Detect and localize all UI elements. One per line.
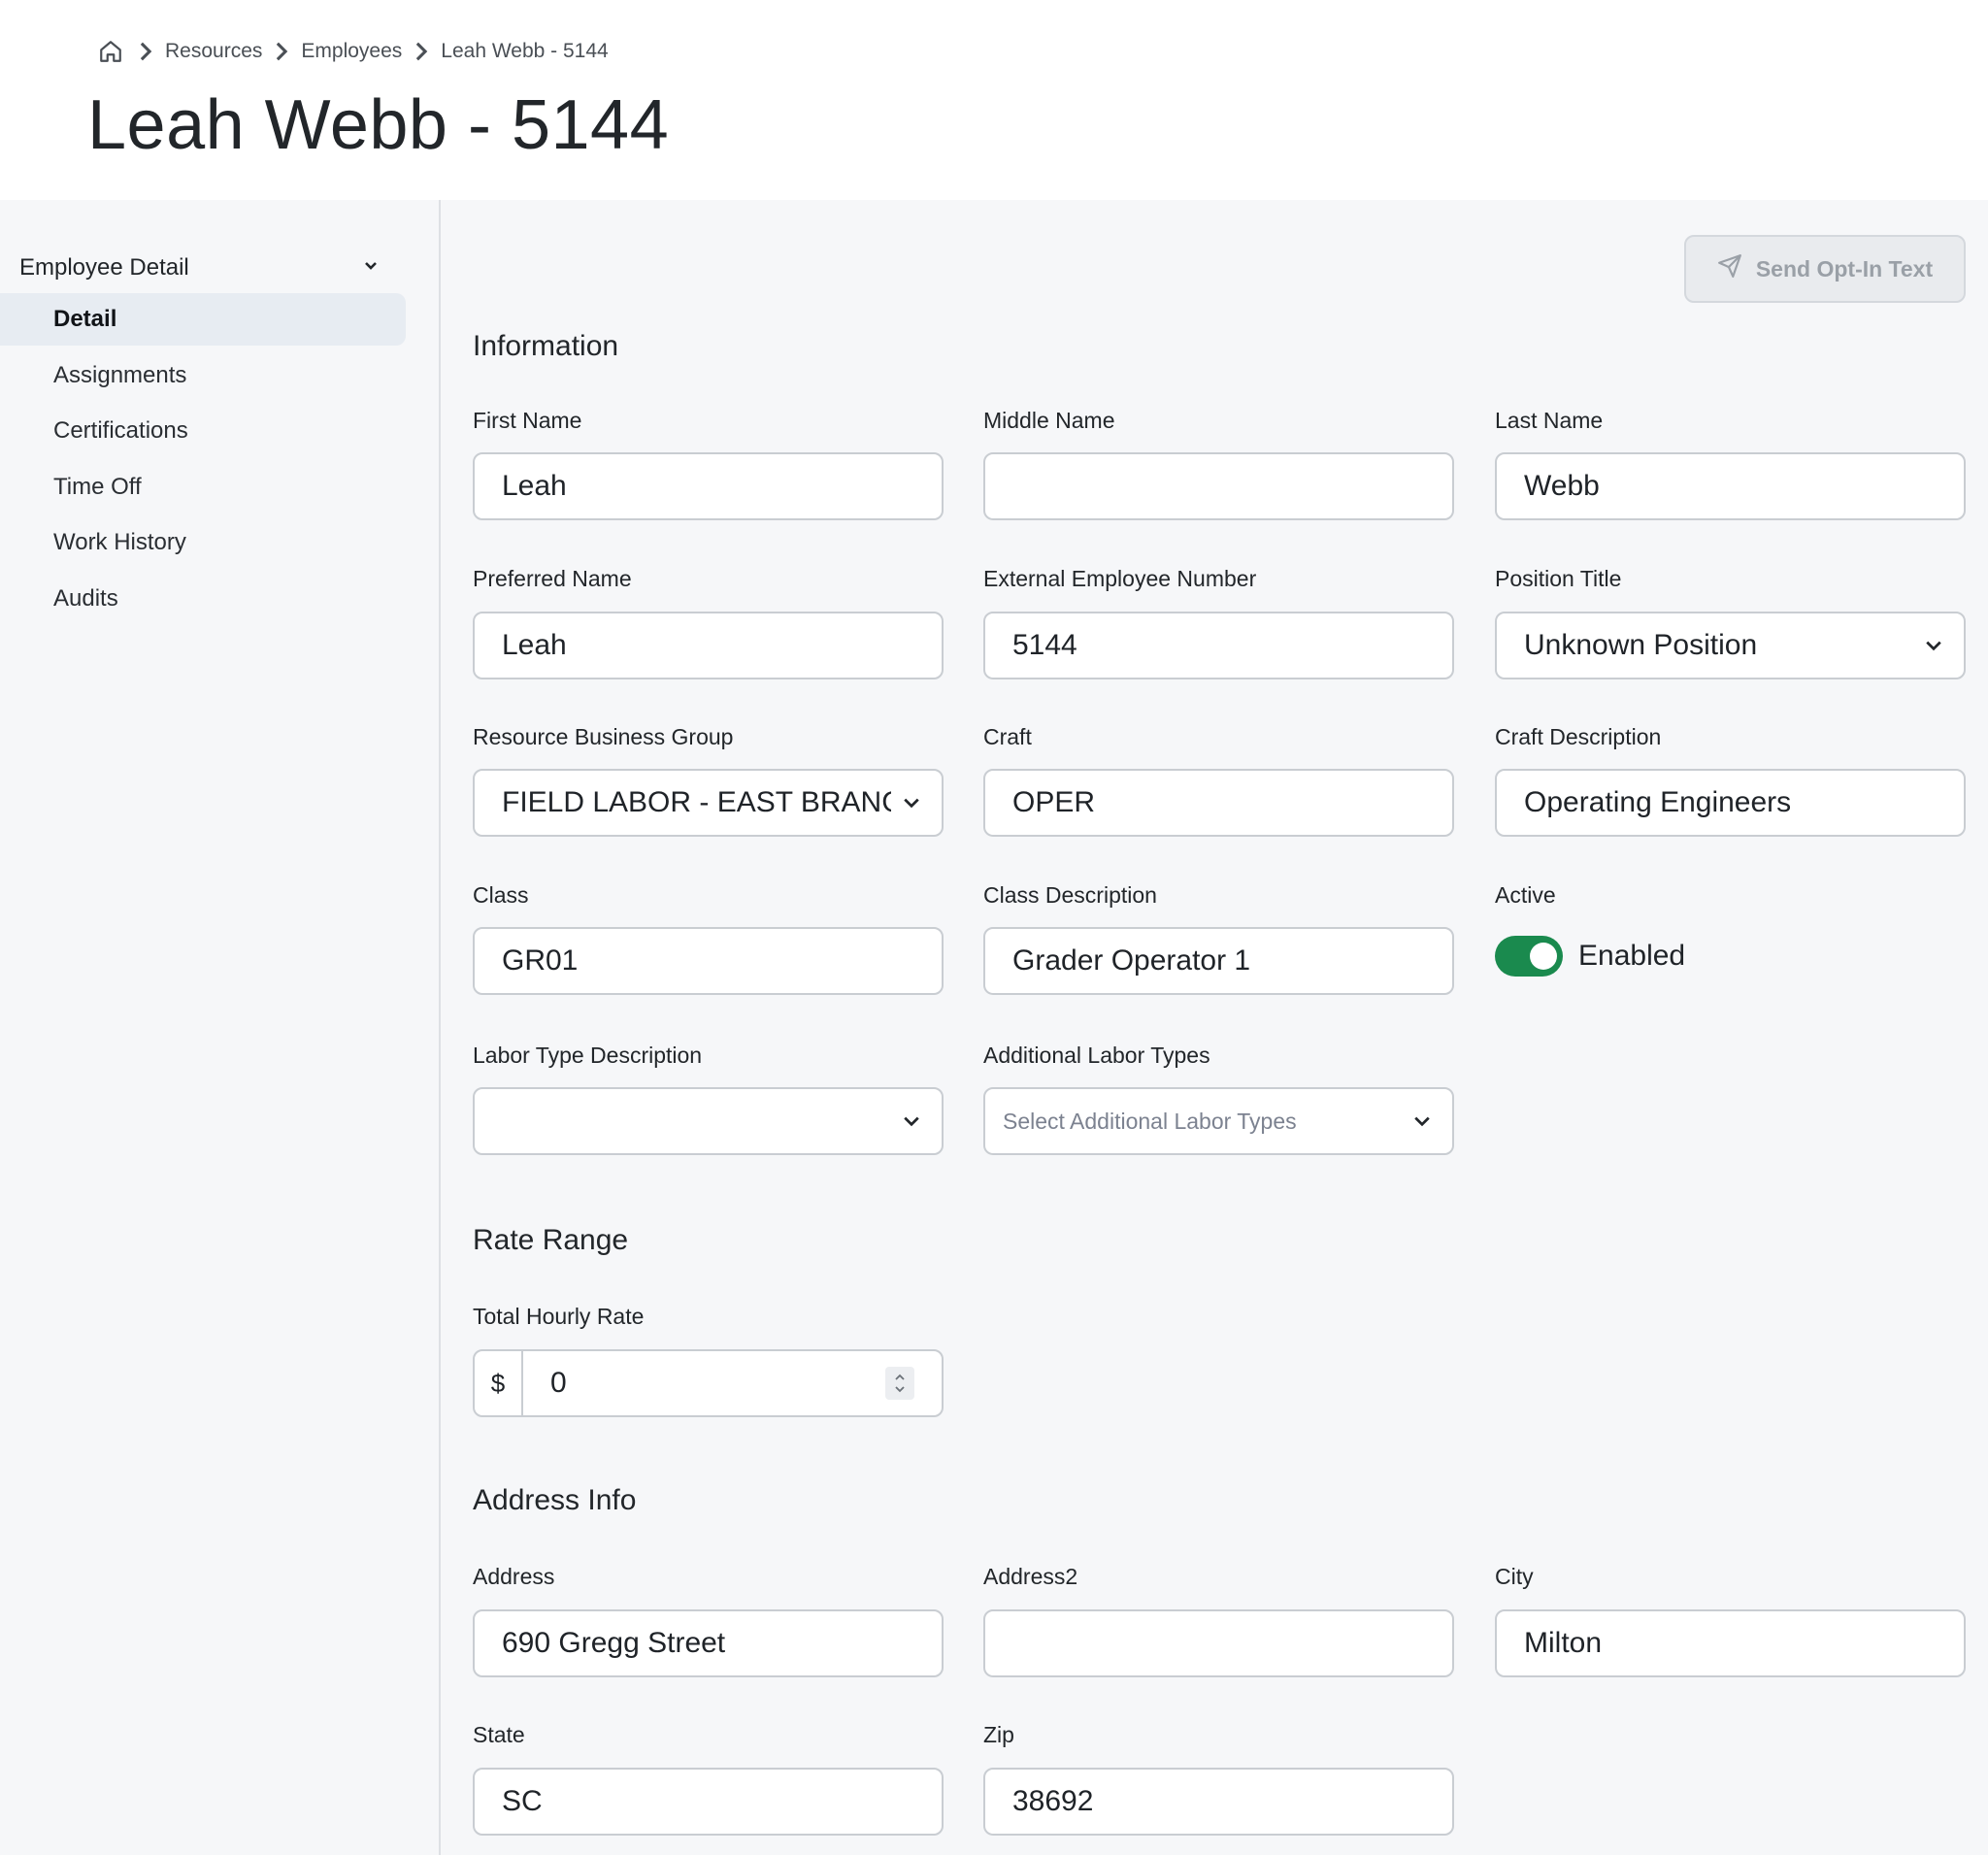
currency-prefix: $ bbox=[475, 1351, 523, 1415]
craft-description-field[interactable]: Operating Engineers bbox=[1495, 769, 1966, 837]
city-field[interactable]: Milton bbox=[1495, 1609, 1966, 1677]
total-hourly-rate-label: Total Hourly Rate bbox=[473, 1304, 645, 1329]
zip-value: 38692 bbox=[1012, 1785, 1094, 1817]
detail-content: Send Opt-In Text Information First Name … bbox=[443, 200, 1988, 1855]
labor-type-description-select[interactable] bbox=[473, 1087, 944, 1155]
additional-labor-types-placeholder: Select Additional Labor Types bbox=[1003, 1108, 1297, 1134]
class-description-value: Grader Operator 1 bbox=[1012, 944, 1251, 977]
sidebar-item-time-off[interactable]: Time Off bbox=[0, 461, 406, 513]
address2-field[interactable] bbox=[983, 1609, 1454, 1677]
active-toggle[interactable] bbox=[1495, 936, 1563, 977]
home-icon[interactable] bbox=[95, 36, 126, 67]
craft-field[interactable]: OPER bbox=[983, 769, 1454, 837]
total-hourly-rate-value: 0 bbox=[550, 1367, 567, 1399]
address-value: 690 Gregg Street bbox=[502, 1627, 726, 1659]
send-opt-in-text-button[interactable]: Send Opt-In Text bbox=[1684, 235, 1966, 303]
sidebar: Employee Detail Detail Assignments Certi… bbox=[0, 200, 441, 1855]
page-title: Leah Webb - 5144 bbox=[87, 86, 670, 164]
resource-business-group-label: Resource Business Group bbox=[473, 724, 734, 749]
toggle-knob bbox=[1530, 943, 1557, 970]
class-description-field[interactable]: Grader Operator 1 bbox=[983, 927, 1454, 995]
middle-name-label: Middle Name bbox=[983, 408, 1115, 433]
main-area: Employee Detail Detail Assignments Certi… bbox=[0, 200, 1988, 1855]
address-field[interactable]: 690 Gregg Street bbox=[473, 1609, 944, 1677]
section-title-rate-range: Rate Range bbox=[473, 1224, 629, 1256]
breadcrumb-current: Leah Webb - 5144 bbox=[441, 40, 609, 62]
sidebar-item-audits[interactable]: Audits bbox=[0, 573, 406, 625]
external-employee-number-value: 5144 bbox=[1012, 629, 1077, 661]
sidebar-item-certifications[interactable]: Certifications bbox=[0, 405, 406, 457]
send-opt-in-text-label: Send Opt-In Text bbox=[1755, 255, 1934, 282]
resource-business-group-select[interactable]: FIELD LABOR - EAST BRANCH bbox=[473, 769, 944, 837]
state-value: SC bbox=[502, 1785, 543, 1817]
chevron-right-icon bbox=[402, 36, 441, 67]
craft-label: Craft bbox=[983, 724, 1032, 749]
sidebar-group-label: Employee Detail bbox=[19, 254, 189, 281]
labor-type-description-label: Labor Type Description bbox=[473, 1043, 703, 1068]
page-header: Resources Employees Leah Webb - 5144 Lea… bbox=[0, 0, 1988, 200]
preferred-name-value: Leah bbox=[502, 629, 567, 661]
section-title-information: Information bbox=[473, 330, 619, 362]
chevron-down-icon bbox=[899, 1109, 924, 1134]
chevron-down-icon bbox=[1921, 633, 1946, 658]
chevron-down-icon bbox=[1409, 1109, 1435, 1134]
position-title-value: Unknown Position bbox=[1524, 629, 1758, 661]
external-employee-number-label: External Employee Number bbox=[983, 566, 1257, 591]
state-field[interactable]: SC bbox=[473, 1768, 944, 1836]
position-title-label: Position Title bbox=[1495, 566, 1622, 591]
chevron-right-icon bbox=[262, 36, 301, 67]
chevron-right-icon bbox=[126, 36, 165, 67]
zip-label: Zip bbox=[983, 1722, 1014, 1747]
breadcrumb-resources[interactable]: Resources bbox=[165, 40, 262, 63]
preferred-name-field[interactable]: Leah bbox=[473, 612, 944, 679]
breadcrumb: Resources Employees Leah Webb - 5144 bbox=[95, 35, 609, 68]
total-hourly-rate-field[interactable]: $ 0 bbox=[473, 1349, 944, 1417]
section-title-address-info: Address Info bbox=[473, 1484, 637, 1516]
last-name-label: Last Name bbox=[1495, 408, 1604, 433]
sidebar-items: Detail Assignments Certifications Time O… bbox=[0, 293, 406, 628]
last-name-value: Webb bbox=[1524, 470, 1600, 502]
resource-business-group-value: FIELD LABOR - EAST BRANCH bbox=[502, 786, 891, 818]
class-field[interactable]: GR01 bbox=[473, 927, 944, 995]
first-name-label: First Name bbox=[473, 408, 582, 433]
class-description-label: Class Description bbox=[983, 882, 1157, 908]
external-employee-number-field[interactable]: 5144 bbox=[983, 612, 1454, 679]
active-state-text: Enabled bbox=[1578, 940, 1686, 972]
spinner-arrows-icon[interactable] bbox=[885, 1367, 914, 1400]
additional-labor-types-label: Additional Labor Types bbox=[983, 1043, 1210, 1068]
paper-plane-icon bbox=[1717, 253, 1742, 284]
first-name-field[interactable]: Leah bbox=[473, 452, 944, 520]
state-label: State bbox=[473, 1722, 525, 1747]
address2-label: Address2 bbox=[983, 1564, 1078, 1589]
zip-field[interactable]: 38692 bbox=[983, 1768, 1454, 1836]
first-name-value: Leah bbox=[502, 470, 567, 502]
sidebar-item-detail[interactable]: Detail bbox=[0, 293, 406, 346]
sidebar-group-employee-detail[interactable]: Employee Detail bbox=[19, 248, 379, 287]
city-label: City bbox=[1495, 1564, 1534, 1589]
city-value: Milton bbox=[1524, 1627, 1603, 1659]
last-name-field[interactable]: Webb bbox=[1495, 452, 1966, 520]
chevron-down-icon bbox=[899, 790, 924, 815]
chevron-down-icon bbox=[363, 259, 379, 277]
craft-value: OPER bbox=[1012, 786, 1096, 818]
active-toggle-group: Enabled bbox=[1495, 936, 1685, 977]
craft-description-label: Craft Description bbox=[1495, 724, 1662, 749]
address-label: Address bbox=[473, 1564, 555, 1589]
preferred-name-label: Preferred Name bbox=[473, 566, 632, 591]
breadcrumb-employees[interactable]: Employees bbox=[301, 40, 402, 63]
sidebar-item-assignments[interactable]: Assignments bbox=[0, 349, 406, 402]
additional-labor-types-select[interactable]: Select Additional Labor Types bbox=[983, 1087, 1454, 1155]
class-value: GR01 bbox=[502, 944, 579, 977]
craft-description-value: Operating Engineers bbox=[1524, 786, 1792, 818]
sidebar-item-work-history[interactable]: Work History bbox=[0, 516, 406, 569]
position-title-select[interactable]: Unknown Position bbox=[1495, 612, 1966, 679]
class-label: Class bbox=[473, 882, 529, 908]
middle-name-field[interactable] bbox=[983, 452, 1454, 520]
active-label: Active bbox=[1495, 882, 1556, 908]
